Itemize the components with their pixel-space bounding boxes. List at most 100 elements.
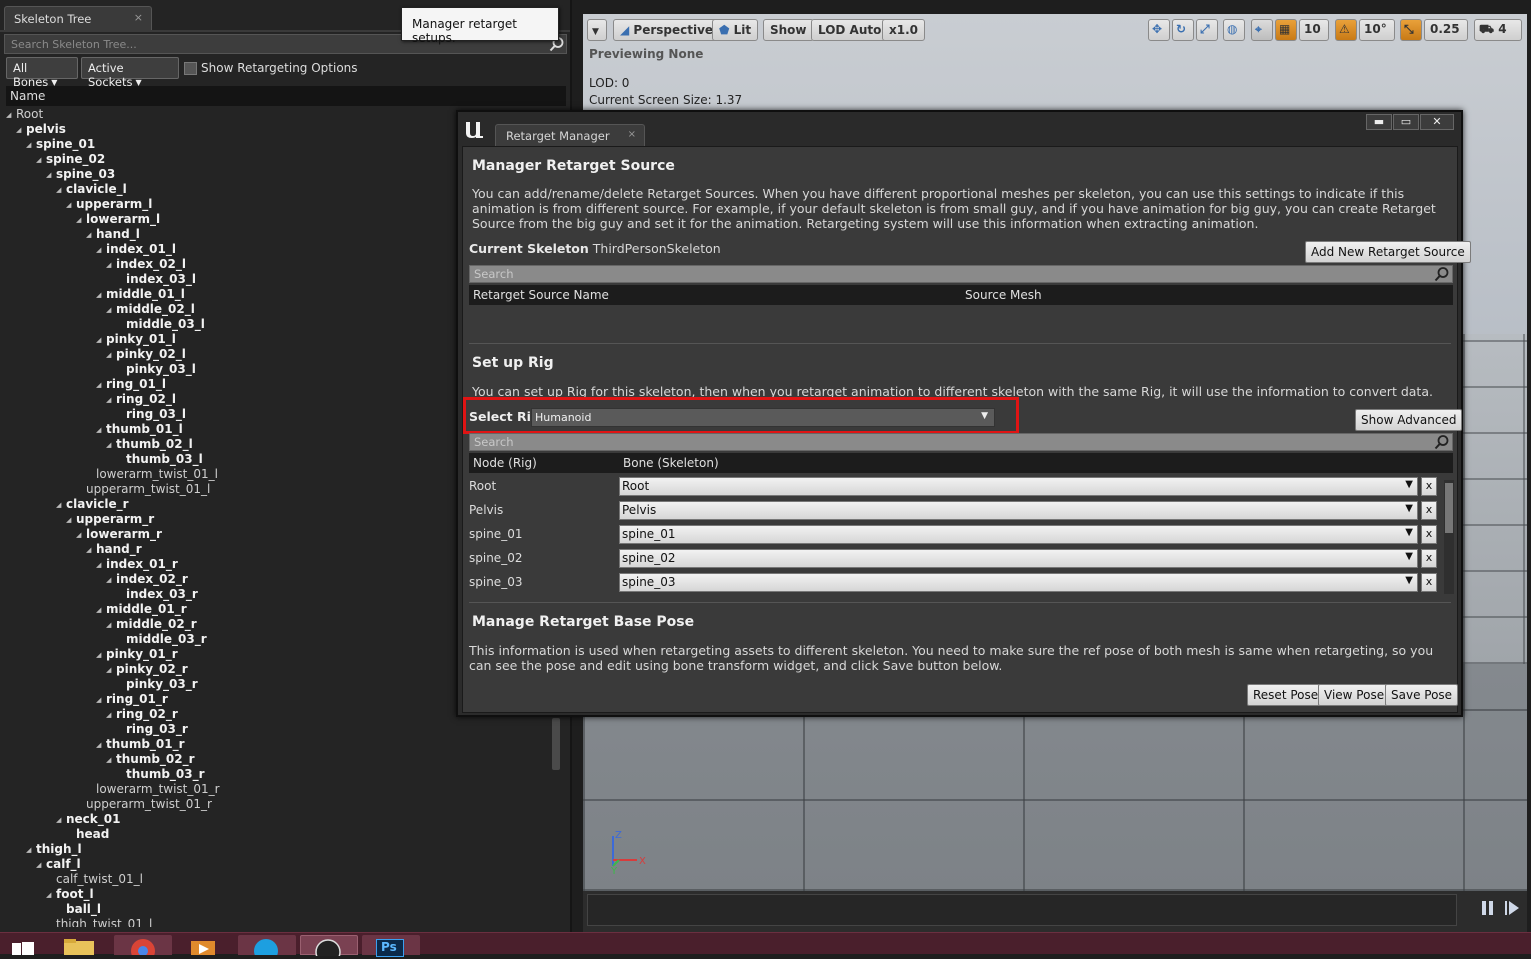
- bone-node[interactable]: ◢ index_01_l: [96, 242, 176, 258]
- bone-node[interactable]: ◢ thigh_l: [26, 842, 82, 858]
- rig-search-input[interactable]: Search: [469, 433, 1453, 451]
- bone-node[interactable]: index_03_l: [116, 272, 196, 287]
- bone-node[interactable]: lowerarm_twist_01_r: [86, 782, 220, 797]
- expand-arrow-icon[interactable]: ◢: [106, 663, 116, 678]
- col-source-mesh[interactable]: Source Mesh: [965, 288, 1042, 302]
- active-sockets-dropdown[interactable]: Active Sockets ▼: [81, 57, 179, 89]
- expand-arrow-icon[interactable]: ◢: [96, 603, 106, 618]
- windows-start-button[interactable]: [6, 935, 42, 955]
- clear-mapping-button[interactable]: x: [1421, 525, 1437, 544]
- add-retarget-source-button[interactable]: Add New Retarget Source: [1305, 241, 1471, 263]
- scale-mode-button[interactable]: ⤢: [1196, 19, 1218, 41]
- translate-mode-button[interactable]: ✥: [1148, 19, 1170, 41]
- surface-snap-button[interactable]: ⌖: [1251, 19, 1273, 41]
- window-close-button[interactable]: ✕: [1420, 114, 1454, 130]
- window-titlebar[interactable]: Retarget Manager × ▬ ▭ ✕: [458, 112, 1461, 146]
- close-icon[interactable]: ×: [134, 11, 143, 24]
- bone-select-dropdown[interactable]: spine_02 ▼: [619, 549, 1418, 568]
- bone-node[interactable]: ◢ pelvis: [16, 122, 66, 138]
- tree-scrollbar[interactable]: [552, 718, 560, 770]
- clear-mapping-button[interactable]: x: [1421, 501, 1437, 520]
- expand-arrow-icon[interactable]: ◢: [26, 138, 36, 153]
- bone-node[interactable]: ◢ thumb_02_l: [106, 437, 193, 453]
- grid-snap-value[interactable]: 10: [1299, 19, 1329, 41]
- expand-arrow-icon[interactable]: ◢: [76, 213, 86, 228]
- show-button[interactable]: Show: [763, 19, 814, 41]
- bone-node[interactable]: middle_03_r: [116, 632, 207, 647]
- expand-arrow-icon[interactable]: ◢: [106, 708, 116, 723]
- bone-node[interactable]: ◢ middle_02_r: [106, 617, 197, 633]
- bone-node[interactable]: ◢ pinky_01_l: [96, 332, 176, 348]
- viewport-options-button[interactable]: ▼: [587, 19, 607, 41]
- expand-arrow-icon[interactable]: ◢: [106, 348, 116, 363]
- expand-arrow-icon[interactable]: ◢: [96, 423, 106, 438]
- timeline-field[interactable]: [587, 894, 1457, 926]
- expand-arrow-icon[interactable]: ◢: [86, 543, 96, 558]
- skype-button[interactable]: [238, 935, 296, 959]
- expand-arrow-icon[interactable]: ◢: [106, 573, 116, 588]
- expand-arrow-icon[interactable]: ◢: [36, 858, 46, 873]
- expand-arrow-icon[interactable]: ◢: [106, 393, 116, 408]
- bone-node[interactable]: ◢ thumb_02_r: [106, 752, 195, 768]
- scale-snap-toggle[interactable]: ⤡: [1400, 19, 1422, 41]
- expand-arrow-icon[interactable]: ◢: [96, 648, 106, 663]
- show-retargeting-checkbox[interactable]: [184, 62, 197, 75]
- bone-node[interactable]: ◢ spine_03: [46, 167, 115, 183]
- expand-arrow-icon[interactable]: ◢: [96, 693, 106, 708]
- bone-node[interactable]: thumb_03_l: [116, 452, 203, 467]
- bone-node[interactable]: ◢ lowerarm_l: [76, 212, 160, 228]
- expand-arrow-icon[interactable]: ◢: [46, 168, 56, 183]
- col-bone-skeleton[interactable]: Bone (Skeleton): [623, 456, 719, 470]
- expand-arrow-icon[interactable]: ◢: [106, 258, 116, 273]
- bone-node[interactable]: ◢ hand_l: [86, 227, 140, 243]
- expand-arrow-icon[interactable]: ◢: [46, 888, 56, 903]
- bone-node[interactable]: ◢ pinky_01_r: [96, 647, 178, 663]
- expand-arrow-icon[interactable]: ◢: [96, 738, 106, 753]
- close-icon[interactable]: ×: [628, 129, 636, 140]
- bone-node[interactable]: ◢ middle_02_l: [106, 302, 195, 318]
- retarget-manager-tab[interactable]: Retarget Manager ×: [495, 124, 645, 146]
- expand-arrow-icon[interactable]: ◢: [26, 843, 36, 858]
- show-advanced-button[interactable]: Show Advanced: [1355, 409, 1463, 431]
- minimize-button[interactable]: ▬: [1366, 114, 1392, 130]
- photoshop-button[interactable]: Ps: [362, 935, 420, 957]
- col-retarget-source-name[interactable]: Retarget Source Name: [473, 288, 609, 302]
- expand-arrow-icon[interactable]: ◢: [106, 438, 116, 453]
- rig-scrollbar-thumb[interactable]: [1445, 483, 1453, 533]
- bone-select-dropdown[interactable]: spine_01 ▼: [619, 525, 1418, 544]
- expand-arrow-icon[interactable]: ◢: [16, 123, 26, 138]
- bone-node[interactable]: ◢ lowerarm_r: [76, 527, 162, 543]
- bone-node[interactable]: ◢ hand_r: [86, 542, 142, 558]
- expand-arrow-icon[interactable]: ◢: [96, 243, 106, 258]
- expand-arrow-icon[interactable]: ◢: [66, 198, 76, 213]
- expand-arrow-icon[interactable]: ◢: [96, 558, 106, 573]
- rotation-snap-toggle[interactable]: ⚠: [1335, 19, 1357, 41]
- expand-arrow-icon[interactable]: ◢: [86, 228, 96, 243]
- bone-node[interactable]: ◢ ring_02_r: [106, 707, 178, 723]
- expand-arrow-icon[interactable]: ◢: [96, 333, 106, 348]
- search-icon[interactable]: [1434, 434, 1450, 450]
- bone-node[interactable]: ◢ index_02_l: [106, 257, 186, 273]
- rotation-snap-value[interactable]: 10°: [1359, 19, 1395, 41]
- maximize-button[interactable]: ▭: [1393, 114, 1419, 130]
- bone-node[interactable]: ◢ index_02_r: [106, 572, 188, 588]
- pause-icon[interactable]: [1479, 899, 1497, 917]
- bone-node[interactable]: ◢ thumb_01_r: [96, 737, 185, 753]
- expand-arrow-icon[interactable]: ◢: [56, 813, 66, 828]
- bone-node[interactable]: ◢ pinky_02_r: [106, 662, 188, 678]
- bone-node[interactable]: upperarm_twist_01_r: [76, 797, 212, 812]
- bone-node[interactable]: ◢ ring_01_r: [96, 692, 168, 708]
- bone-node[interactable]: head: [66, 827, 109, 842]
- bone-select-dropdown[interactable]: spine_03 ▼: [619, 573, 1418, 592]
- bone-node[interactable]: ◢ ring_02_l: [106, 392, 176, 408]
- view-pose-button[interactable]: View Pose: [1318, 684, 1391, 706]
- expand-arrow-icon[interactable]: ◢: [106, 303, 116, 318]
- bone-node[interactable]: ◢ middle_01_l: [96, 287, 185, 303]
- reset-pose-button[interactable]: Reset Pose: [1247, 684, 1325, 706]
- bone-node[interactable]: ◢ upperarm_l: [66, 197, 152, 213]
- bone-node[interactable]: pinky_03_r: [116, 677, 198, 692]
- expand-arrow-icon[interactable]: ◢: [56, 498, 66, 513]
- rotate-mode-button[interactable]: ↻: [1172, 19, 1194, 41]
- bone-node[interactable]: index_03_r: [116, 587, 198, 602]
- bone-node[interactable]: ◢ clavicle_r: [56, 497, 129, 513]
